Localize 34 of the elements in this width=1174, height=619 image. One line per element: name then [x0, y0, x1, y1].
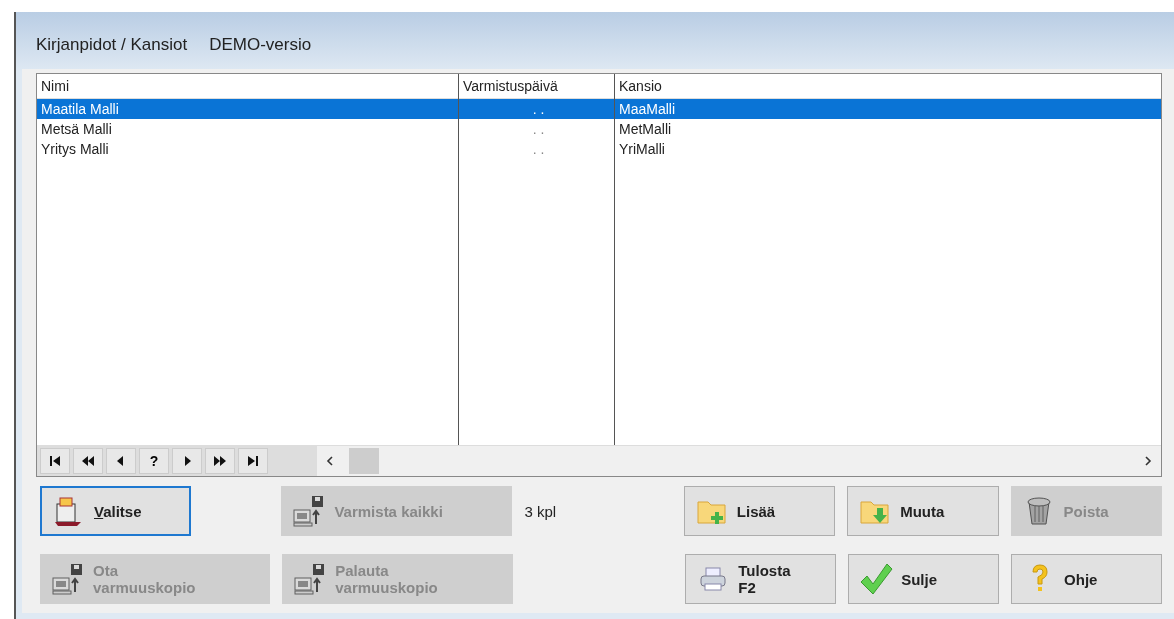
close-button[interactable]: Sulje: [848, 554, 1000, 604]
edit-button[interactable]: Muuta: [847, 486, 999, 536]
record-count: 3 kpl: [524, 502, 558, 520]
print-button[interactable]: Tulosta F2: [685, 554, 837, 604]
window-title: Kirjanpidot / Kansiot: [36, 35, 188, 55]
computer-disk-icon: [51, 562, 85, 596]
find-button[interactable]: ?: [139, 448, 169, 474]
next-page-button[interactable]: [205, 448, 235, 474]
table-cell[interactable]: . .: [459, 139, 614, 159]
table-cell[interactable]: . .: [459, 99, 614, 119]
next-page-icon: [213, 454, 227, 468]
prev-page-button[interactable]: [73, 448, 103, 474]
scrollbar-thumb[interactable]: [349, 448, 379, 474]
table-cell[interactable]: MetMalli: [615, 119, 1161, 139]
first-icon: [48, 454, 62, 468]
next-button[interactable]: [172, 448, 202, 474]
help-button[interactable]: Ohje: [1011, 554, 1162, 604]
first-button[interactable]: [40, 448, 70, 474]
last-button[interactable]: [238, 448, 268, 474]
scroll-right-icon[interactable]: [1143, 455, 1153, 467]
table-cell[interactable]: MaaMalli: [615, 99, 1161, 119]
table-cell[interactable]: YriMalli: [615, 139, 1161, 159]
scroll-left-icon[interactable]: [325, 455, 335, 467]
table-cell[interactable]: Metsä Malli: [37, 119, 458, 139]
table-cell[interactable]: . .: [459, 119, 614, 139]
table-cell[interactable]: Yritys Malli: [37, 139, 458, 159]
last-icon: [246, 454, 260, 468]
checkmark-icon: [859, 562, 894, 596]
table-cell[interactable]: Maatila Malli: [37, 99, 458, 119]
edition-label: DEMO-versio: [209, 35, 312, 55]
add-button[interactable]: Lisää: [683, 486, 836, 536]
prev-page-icon: [81, 454, 95, 468]
select-button[interactable]: Valitse: [40, 486, 192, 536]
prev-button[interactable]: [106, 448, 136, 474]
